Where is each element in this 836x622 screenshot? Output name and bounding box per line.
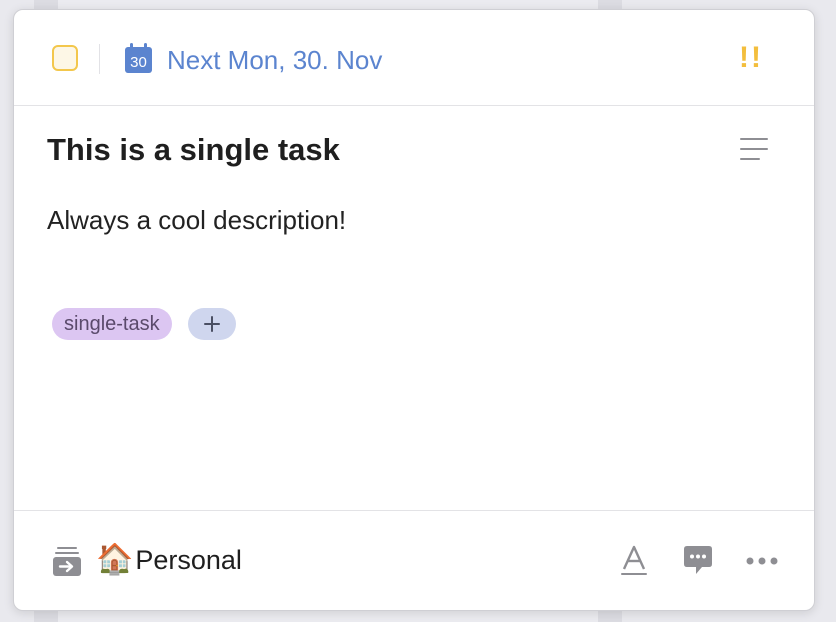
tag-chip[interactable]: single-task bbox=[52, 308, 172, 340]
priority-indicator[interactable]: !! bbox=[739, 40, 763, 76]
comment-icon[interactable] bbox=[683, 545, 713, 577]
task-card: 30 Next Mon, 30. Nov !! This is a single… bbox=[13, 9, 815, 611]
calendar-icon[interactable]: 30 bbox=[124, 43, 153, 74]
task-title[interactable]: This is a single task bbox=[47, 132, 340, 168]
header-divider bbox=[99, 44, 100, 74]
calendar-day: 30 bbox=[130, 54, 147, 71]
plus-icon bbox=[203, 316, 220, 332]
more-icon[interactable] bbox=[744, 551, 780, 571]
due-date[interactable]: Next Mon, 30. Nov bbox=[167, 45, 382, 75]
task-header: 30 Next Mon, 30. Nov !! bbox=[14, 10, 814, 106]
project-selector[interactable]: 🏠 Personal bbox=[96, 543, 242, 577]
task-description[interactable]: Always a cool description! bbox=[47, 204, 346, 236]
move-to-icon[interactable] bbox=[52, 545, 82, 577]
task-checkbox[interactable] bbox=[52, 45, 78, 71]
house-icon: 🏠 bbox=[96, 543, 134, 576]
text-format-icon[interactable] bbox=[620, 545, 648, 577]
task-footer: 🏠 Personal bbox=[14, 510, 814, 610]
menu-icon[interactable] bbox=[739, 136, 769, 162]
add-tag-button[interactable] bbox=[187, 308, 236, 340]
tag-list: single-task bbox=[52, 308, 236, 340]
project-name: Personal bbox=[135, 545, 242, 575]
